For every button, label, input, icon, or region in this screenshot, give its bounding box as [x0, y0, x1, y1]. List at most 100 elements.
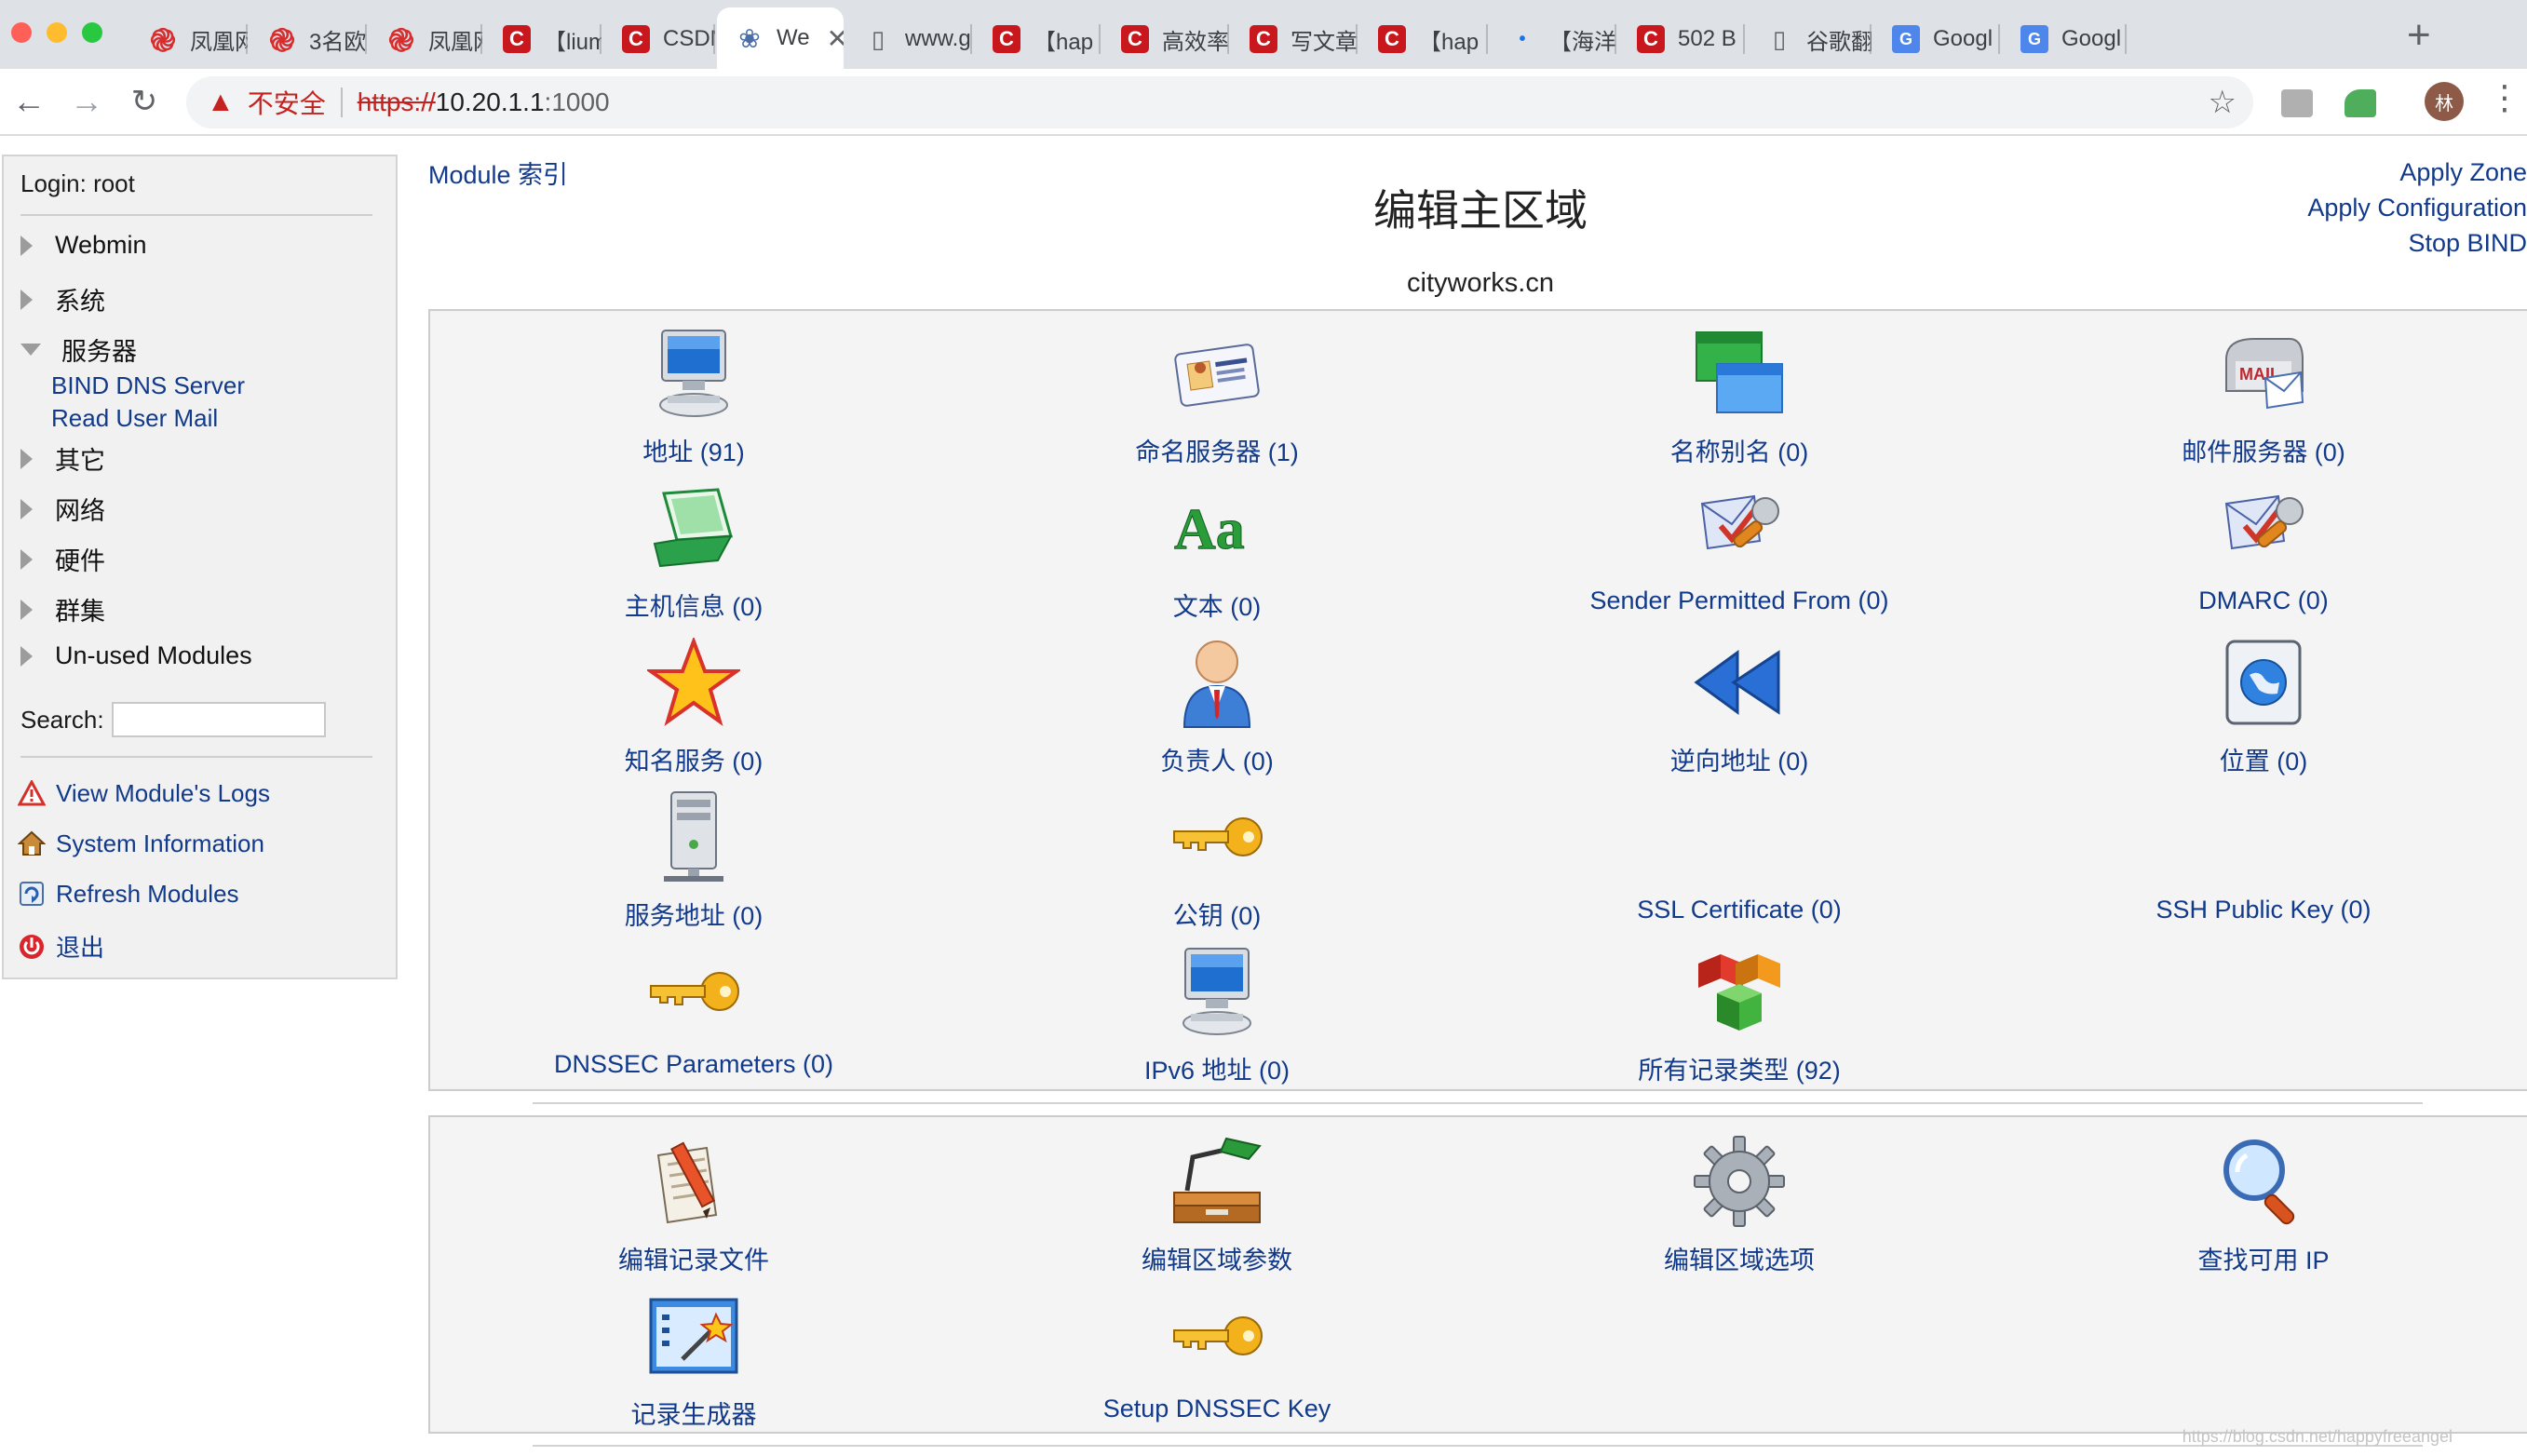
sidebar-module-link[interactable]: BIND DNS Server	[51, 371, 245, 400]
sidebar-category-4[interactable]: 其它	[20, 440, 105, 477]
search-input[interactable]	[112, 702, 326, 737]
record-type-label: DNSSEC Parameters (0)	[553, 1050, 834, 1078]
minimize-window-button[interactable]	[47, 22, 67, 43]
profile-avatar[interactable]: 林	[2425, 82, 2464, 121]
record-type-item[interactable]: 服务地址 (0)	[470, 786, 917, 932]
browser-tab-active[interactable]: ❀ We ✕	[717, 7, 844, 69]
new-tab-button[interactable]: +	[2407, 15, 2431, 56]
browser-tab[interactable]: C 写文章	[1231, 9, 1358, 69]
apply-zone-link[interactable]: Apply Zone	[2307, 155, 2527, 190]
browser-tab[interactable]: C 【lium	[484, 9, 601, 69]
browser-tab[interactable]: C 高效率	[1102, 9, 1229, 69]
tab-title: 凤凰网	[428, 29, 482, 55]
tab-separator	[1743, 24, 1745, 54]
record-type-item[interactable]: 主机信息 (0)	[470, 477, 917, 623]
login-label: Login: root	[20, 169, 135, 197]
close-window-button[interactable]	[11, 22, 32, 43]
record-type-item[interactable]: MAIL 邮件服务器 (0)	[2040, 322, 2487, 468]
zone-name: cityworks.cn	[1407, 268, 1554, 298]
tab-favicon-icon: C	[1121, 25, 1149, 53]
zoom-window-button[interactable]	[82, 22, 102, 43]
sidebar-action-1[interactable]: View Module's Logs	[17, 778, 270, 808]
zone-tool-item[interactable]: 编辑记录文件	[470, 1130, 917, 1276]
sidebar-category-6[interactable]: 硬件	[20, 541, 105, 577]
globe-icon	[2212, 631, 2315, 734]
bookmark-star-icon[interactable]: ☆	[2209, 84, 2236, 121]
record-type-item[interactable]: DNSSEC Parameters (0)	[470, 940, 917, 1079]
category-label: Un-used Modules	[55, 641, 252, 669]
browser-tab[interactable]: ֎ 3名欧	[250, 9, 367, 69]
record-type-item[interactable]: SSL Certificate (0)	[1516, 786, 1963, 924]
forward-button[interactable]: →	[65, 80, 108, 123]
browser-tab[interactable]: C 502 B	[1618, 9, 1745, 69]
sidebar-category-7[interactable]: 群集	[20, 591, 105, 627]
tab-favicon-icon: C	[622, 25, 650, 53]
triangle-right-icon	[20, 645, 33, 667]
sidebar-module-link[interactable]: Read User Mail	[51, 404, 218, 433]
browser-tab[interactable]: ֎ 凤凰网	[130, 9, 248, 69]
category-label: 系统	[55, 288, 105, 316]
record-type-item[interactable]: 公钥 (0)	[993, 786, 1440, 932]
record-type-item[interactable]: DMARC (0)	[2040, 477, 2487, 615]
sidebar-category-5[interactable]: 网络	[20, 491, 105, 527]
tab-close-icon[interactable]: ✕	[827, 23, 844, 54]
browser-tab[interactable]: C CSDN	[603, 9, 715, 69]
tab-separator	[1870, 24, 1872, 54]
record-type-item[interactable]: 逆向地址 (0)	[1516, 631, 1963, 777]
record-type-item[interactable]: Sender Permitted From (0)	[1516, 477, 1963, 615]
record-type-item[interactable]: Aa 文本 (0)	[993, 477, 1440, 623]
sidebar-action-3[interactable]: Refresh Modules	[17, 879, 239, 909]
browser-tab[interactable]: C 【hap	[974, 9, 1101, 69]
zone-tool-item[interactable]: 查找可用 IP	[2040, 1130, 2487, 1276]
sidebar-category-2[interactable]: 系统	[20, 281, 105, 317]
record-type-item[interactable]: 名称别名 (0)	[1516, 322, 1963, 468]
record-type-item[interactable]: 知名服务 (0)	[470, 631, 917, 777]
back-button[interactable]: ←	[7, 80, 50, 123]
module-index-link[interactable]: Module 索引	[428, 155, 568, 191]
address-bar[interactable]: ▲ 不安全 https:// 10.20.1.1 :1000 ☆	[186, 76, 2253, 128]
record-type-item[interactable]: 地址 (91)	[470, 322, 917, 468]
zone-tool-item[interactable]: 编辑区域选项	[1516, 1130, 1963, 1276]
zone-tool-item[interactable]: 编辑区域参数	[993, 1130, 1440, 1276]
record-type-item[interactable]: 负责人 (0)	[993, 631, 1440, 777]
reload-button[interactable]: ↻	[123, 80, 166, 123]
category-label: Webmin	[55, 231, 147, 259]
sidebar-action-4[interactable]: 退出	[17, 929, 104, 964]
zone-tool-item[interactable]: 记录生成器	[470, 1285, 917, 1431]
extension-rp-icon[interactable]	[2281, 89, 2313, 117]
browser-tab[interactable]: G Googl	[2002, 9, 2127, 69]
browser-tab[interactable]: ▯ 谷歌翻	[1747, 9, 1872, 69]
record-type-item[interactable]: 所有记录类型 (92)	[1516, 940, 1963, 1086]
magnifier-icon	[2212, 1130, 2315, 1233]
search-label: Search:	[20, 706, 104, 734]
record-type-item[interactable]: 命名服务器 (1)	[993, 322, 1440, 468]
zone-tool-label: 编辑区域参数	[1142, 1247, 1292, 1274]
record-type-label: Sender Permitted From (0)	[1589, 586, 1889, 614]
security-indicator[interactable]: 不安全	[248, 84, 326, 121]
tab-favicon-icon: ֎	[150, 23, 176, 59]
record-type-item[interactable]: SSH Public Key (0)	[2040, 786, 2487, 924]
tab-title: 高效率	[1162, 29, 1229, 55]
browser-menu-icon[interactable]: ⋮	[2488, 78, 2521, 117]
browser-tab[interactable]: ▯ www.g	[845, 9, 972, 69]
zone-tool-label: 编辑区域选项	[1664, 1247, 1815, 1274]
apply-configuration-link[interactable]: Apply Configuration	[2307, 190, 2527, 225]
sidebar-category-8[interactable]: Un-used Modules	[20, 641, 252, 670]
browser-tab[interactable]: • 【海洋	[1490, 9, 1616, 69]
sidebar-action-2[interactable]: System Information	[17, 829, 264, 858]
record-type-item[interactable]: IPv6 地址 (0)	[993, 940, 1440, 1086]
record-type-item[interactable]: 位置 (0)	[2040, 631, 2487, 777]
extension-translate-icon[interactable]	[2345, 89, 2376, 117]
zone-tool-item[interactable]: Setup DNSSEC Key	[993, 1285, 1440, 1423]
tab-title: 凤凰网	[190, 29, 248, 55]
record-type-label: 地址 (91)	[642, 438, 745, 466]
sidebar-category-3[interactable]: 服务器	[20, 331, 137, 368]
browser-tab[interactable]: G Googl	[1873, 9, 2000, 69]
browser-tab[interactable]: C 【hap	[1359, 9, 1488, 69]
record-type-label: 公钥 (0)	[1172, 902, 1262, 930]
gear-icon	[1688, 1130, 1791, 1233]
stop-bind-link[interactable]: Stop BIND	[2307, 225, 2527, 261]
sidebar-category-1[interactable]: Webmin	[20, 231, 147, 260]
browser-tab[interactable]: ֎ 凤凰网	[369, 9, 482, 69]
warning-icon: ▲	[207, 87, 235, 117]
